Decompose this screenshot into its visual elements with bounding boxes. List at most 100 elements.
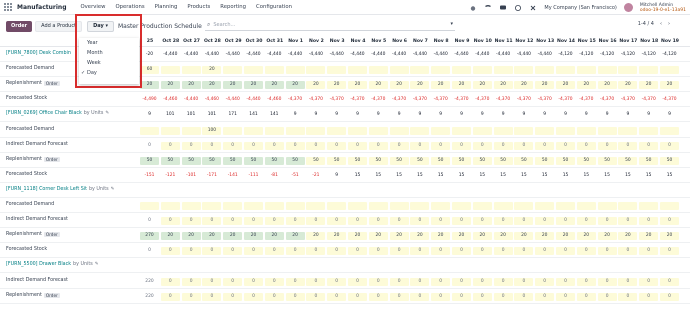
table-cell[interactable]: 50 — [410, 156, 430, 165]
table-cell[interactable]: 20 — [306, 81, 326, 90]
table-cell[interactable] — [368, 66, 388, 75]
table-cell[interactable]: 50 — [244, 156, 263, 165]
tools-icon[interactable] — [529, 4, 537, 12]
table-cell[interactable]: 20 — [556, 81, 575, 90]
table-cell[interactable]: 20 — [160, 232, 180, 241]
menu-item-operations[interactable]: Operations — [115, 4, 144, 10]
table-cell[interactable]: 270 — [140, 232, 159, 241]
table-cell[interactable] — [244, 126, 263, 135]
phone-icon[interactable] — [484, 4, 492, 12]
table-cell[interactable] — [160, 66, 180, 75]
table-cell[interactable]: 20 — [264, 232, 284, 241]
table-cell[interactable] — [535, 126, 555, 135]
table-cell[interactable]: 20 — [639, 81, 659, 90]
table-cell[interactable]: 50 — [452, 156, 471, 165]
table-cell[interactable]: 50 — [472, 156, 492, 165]
pager-value[interactable]: 1-4 / 4 — [638, 21, 654, 27]
table-cell[interactable]: 20 — [348, 81, 367, 90]
table-cell[interactable] — [223, 66, 243, 75]
table-cell[interactable] — [472, 66, 492, 75]
table-cell[interactable] — [410, 126, 430, 135]
table-cell[interactable]: 20 — [452, 232, 471, 241]
table-cell[interactable] — [389, 202, 409, 210]
table-cell[interactable] — [244, 202, 263, 210]
table-cell[interactable]: 20 — [202, 81, 222, 90]
table-cell[interactable] — [452, 126, 471, 135]
table-cell[interactable]: 50 — [556, 156, 575, 165]
table-cell[interactable] — [618, 66, 638, 75]
table-cell[interactable] — [140, 126, 159, 135]
menu-item-overview[interactable]: Overview — [81, 4, 106, 10]
table-cell[interactable]: 50 — [368, 156, 388, 165]
table-cell[interactable] — [556, 66, 575, 75]
table-cell[interactable]: 20 — [181, 81, 201, 90]
table-cell[interactable]: 20 — [618, 81, 638, 90]
table-cell[interactable] — [285, 66, 305, 75]
table-cell[interactable] — [223, 126, 243, 135]
table-cell[interactable]: 100 — [202, 126, 222, 135]
table-cell[interactable] — [431, 126, 451, 135]
table-cell[interactable]: 20 — [493, 81, 513, 90]
bug-icon[interactable] — [469, 4, 477, 12]
table-cell[interactable]: 20 — [410, 81, 430, 90]
menu-item-reporting[interactable]: Reporting — [220, 4, 246, 10]
table-cell[interactable] — [639, 66, 659, 75]
table-cell[interactable]: 50 — [618, 156, 638, 165]
table-cell[interactable] — [493, 126, 513, 135]
pager-prev-icon[interactable]: ‹ — [660, 21, 662, 27]
table-cell[interactable] — [327, 66, 347, 75]
table-cell[interactable]: 50 — [223, 156, 243, 165]
table-cell[interactable]: 20 — [514, 81, 534, 90]
search-bar[interactable]: ⌕ Search... ▾ — [205, 20, 455, 31]
table-cell[interactable] — [576, 126, 596, 135]
chat-icon[interactable] — [499, 4, 507, 12]
table-cell[interactable]: 20 — [244, 232, 263, 241]
order-button[interactable]: Order — [6, 20, 33, 32]
table-cell[interactable]: 20 — [660, 81, 679, 90]
table-cell[interactable]: 50 — [264, 156, 284, 165]
table-cell[interactable]: 20 — [597, 232, 617, 241]
table-cell[interactable]: 50 — [493, 156, 513, 165]
table-cell[interactable]: 20 — [472, 81, 492, 90]
table-cell[interactable] — [348, 126, 367, 135]
table-cell[interactable] — [223, 202, 243, 210]
search-options-toggle[interactable]: ▾ — [450, 21, 453, 27]
table-cell[interactable] — [348, 202, 367, 210]
table-cell[interactable]: 20 — [389, 81, 409, 90]
order-badge-button[interactable]: Order — [43, 156, 60, 162]
table-cell[interactable] — [389, 66, 409, 75]
table-cell[interactable]: 50 — [348, 156, 367, 165]
table-cell[interactable]: 20 — [472, 232, 492, 241]
table-cell[interactable] — [181, 126, 201, 135]
table-cell[interactable] — [181, 202, 201, 210]
table-cell[interactable] — [285, 202, 305, 210]
table-cell[interactable] — [597, 126, 617, 135]
table-cell[interactable] — [410, 66, 430, 75]
menu-item-configuration[interactable]: Configuration — [256, 4, 292, 10]
table-cell[interactable]: 20 — [368, 232, 388, 241]
table-cell[interactable]: 20 — [244, 81, 263, 90]
edit-pencil-icon[interactable]: ✎ — [111, 187, 115, 192]
table-cell[interactable] — [472, 126, 492, 135]
table-cell[interactable]: 50 — [327, 156, 347, 165]
menu-item-products[interactable]: Products — [187, 4, 210, 10]
table-cell[interactable] — [597, 202, 617, 210]
table-cell[interactable] — [535, 66, 555, 75]
period-dropdown-button[interactable]: Day ▾ — [87, 20, 114, 32]
add-product-button[interactable]: Add a Product — [35, 20, 83, 32]
row-label[interactable]: [FURN_5500] Drawer Black by Units ✎ — [6, 262, 99, 267]
table-cell[interactable] — [576, 66, 596, 75]
table-cell[interactable]: 50 — [597, 156, 617, 165]
table-cell[interactable] — [327, 202, 347, 210]
table-cell[interactable]: 20 — [327, 81, 347, 90]
table-cell[interactable]: 50 — [285, 156, 305, 165]
table-cell[interactable]: 20 — [493, 232, 513, 241]
table-cell[interactable]: 20 — [618, 232, 638, 241]
table-cell[interactable]: 20 — [535, 232, 555, 241]
table-cell[interactable]: 20 — [576, 232, 596, 241]
table-cell[interactable]: 20 — [202, 232, 222, 241]
table-cell[interactable]: 20 — [514, 232, 534, 241]
table-cell[interactable] — [514, 126, 534, 135]
table-cell[interactable]: 20 — [223, 81, 243, 90]
apps-menu-icon[interactable] — [3, 2, 13, 12]
